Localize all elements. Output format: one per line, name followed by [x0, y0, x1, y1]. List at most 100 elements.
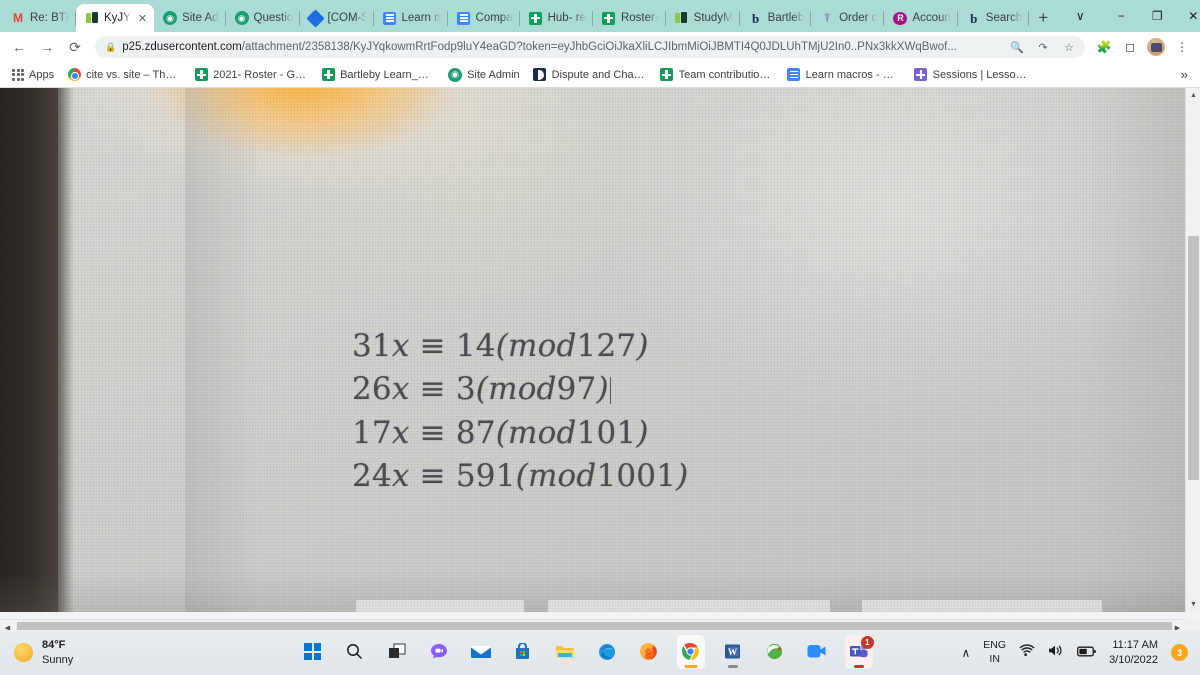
browser-tab-active[interactable]: KyJY ✕ — [76, 4, 155, 32]
reload-icon[interactable]: ⟳ — [62, 34, 88, 60]
browser-tab[interactable]: R Accoun — [884, 4, 958, 32]
language-indicator[interactable]: ENG IN — [983, 639, 1006, 665]
browser-tab[interactable]: ⍒ Order c — [811, 4, 885, 32]
bookmarks-overflow-icon[interactable]: » — [1175, 67, 1194, 82]
store-icon — [516, 643, 530, 659]
word-icon: W — [725, 644, 741, 659]
battery-icon[interactable] — [1077, 644, 1096, 662]
square-icon[interactable]: ◻ — [1118, 34, 1142, 60]
browser-tab[interactable]: ◉ Questio — [226, 4, 300, 32]
mail-button[interactable] — [467, 635, 495, 669]
taskbar-apps: W 1 — [299, 634, 874, 671]
close-icon[interactable]: ✕ — [138, 12, 147, 25]
browser-tab[interactable]: ◉ Site Ad — [154, 4, 226, 32]
taskbar-search-button[interactable] — [341, 635, 369, 669]
bookmark-label: 2021- Roster - Goo... — [213, 68, 309, 81]
bookmark-item[interactable]: cite vs. site – The C... — [61, 66, 187, 84]
chrome-icon — [682, 643, 700, 660]
tab-label: Order c — [839, 12, 878, 24]
bookmark-item[interactable]: Learn macros - Goo... — [781, 66, 907, 84]
vertical-scroll-thumb[interactable] — [1188, 236, 1199, 480]
system-tray: ∧ ENG IN 11:17 AM 3/10/2022 3 — [962, 638, 1200, 668]
share-icon[interactable]: ↷ — [1033, 37, 1053, 57]
paren-close: ) — [676, 458, 689, 495]
tab-label: Site Ad — [182, 12, 219, 24]
browser-tab[interactable]: b Bartleb — [740, 4, 812, 32]
page-viewport: 31x ≡ 14(mod127) 26x ≡ 3(mod97) 17x ≡ 87… — [0, 88, 1200, 634]
clock[interactable]: 11:17 AM 3/10/2022 — [1109, 638, 1158, 668]
microsoft-edge-button[interactable] — [593, 635, 621, 669]
browser-tab[interactable]: Hub- re — [520, 4, 593, 32]
browser-tab[interactable]: Compa — [448, 4, 520, 32]
tab-label: Hub- re — [547, 12, 586, 24]
bookmark-apps[interactable]: Apps — [6, 67, 60, 83]
sheets-icon — [194, 68, 208, 82]
browser-tab[interactable]: M Re: BTB — [2, 4, 76, 32]
order-icon: ⍒ — [823, 11, 831, 25]
bookmark-label: Dispute and Charge... — [551, 68, 647, 81]
volume-icon[interactable] — [1048, 644, 1064, 662]
equation-variable: x — [391, 414, 410, 451]
chat-button[interactable] — [425, 635, 453, 669]
vertical-scrollbar[interactable]: ▲ ▼ — [1185, 88, 1200, 612]
three-dot-menu-icon[interactable]: ⋮ — [1170, 34, 1194, 60]
forward-icon[interactable]: → — [34, 34, 60, 60]
bookmark-item[interactable]: ◉ Site Admin — [442, 66, 526, 84]
photo-bezel-shadow — [0, 88, 58, 612]
browser-tab[interactable]: StudyM — [666, 4, 740, 32]
bookmark-item[interactable]: Bartleby Learn_CS T... — [315, 66, 441, 84]
folder-icon — [555, 645, 574, 658]
close-button[interactable]: ✕ — [1175, 0, 1200, 32]
task-view-button[interactable] — [383, 635, 411, 669]
zoom-button[interactable] — [803, 635, 831, 669]
firefox-button[interactable] — [635, 635, 663, 669]
minimize-button[interactable]: − — [1103, 0, 1139, 32]
paren-open: ( — [475, 371, 489, 408]
equation-rhs: 591 — [455, 458, 516, 495]
notification-badge[interactable]: 3 — [1171, 644, 1188, 661]
browser-tab[interactable]: b Search — [958, 4, 1030, 32]
equation-modulus: 101 — [576, 414, 637, 451]
bookmark-item[interactable]: Team contribution -... — [654, 66, 780, 84]
address-bar[interactable]: 🔒 p25.zdusercontent.com/attachment/23581… — [95, 36, 1085, 58]
file-explorer-button[interactable] — [551, 635, 579, 669]
diamond-icon — [306, 8, 325, 28]
google-chrome-button[interactable] — [676, 634, 705, 669]
equation-variable: x — [391, 458, 410, 495]
paren-close: ) — [596, 371, 609, 408]
mail-icon — [470, 646, 491, 658]
scroll-down-icon[interactable]: ▼ — [1186, 597, 1200, 612]
gmail-icon: M — [13, 11, 23, 25]
maximize-button[interactable]: ❐ — [1139, 0, 1175, 32]
bookmark-item[interactable]: 2021- Roster - Goo... — [188, 66, 314, 84]
clock-date: 3/10/2022 — [1109, 653, 1158, 666]
microsoft-teams-button[interactable]: 1 — [844, 634, 874, 669]
star-icon[interactable]: ☆ — [1059, 37, 1079, 57]
attachment-photo: 31x ≡ 14(mod127) 26x ≡ 3(mod97) 17x ≡ 87… — [0, 88, 1185, 612]
equation-relation: ≡ — [419, 458, 446, 495]
browser-tab[interactable]: Learn m — [374, 4, 448, 32]
back-icon[interactable]: ← — [6, 34, 32, 60]
browser-tab[interactable]: [COM-S — [300, 4, 374, 32]
bookmark-item[interactable]: Sessions | Lessonsp... — [908, 66, 1034, 84]
equation-row: 26x ≡ 3(mod97) — [352, 368, 688, 411]
photo-bezel-fade — [58, 88, 74, 612]
photo-bottom-shading — [0, 572, 1185, 612]
bookmark-label: cite vs. site – The C... — [86, 68, 181, 81]
microsoft-word-button[interactable]: W — [719, 635, 747, 669]
bookmark-item[interactable]: Dispute and Charge... — [527, 66, 653, 84]
start-button[interactable] — [299, 635, 327, 669]
internet-download-manager-button[interactable] — [761, 635, 789, 669]
scroll-up-icon[interactable]: ▲ — [1186, 88, 1200, 103]
weather-widget[interactable]: 84°F Sunny — [0, 638, 210, 668]
equation-modulus: 1001 — [596, 458, 677, 495]
microsoft-store-button[interactable] — [509, 635, 537, 669]
zoom-icon[interactable]: 🔍 — [1007, 37, 1027, 57]
tab-search-icon[interactable]: ∨ — [1057, 0, 1103, 32]
avatar-icon[interactable] — [1144, 34, 1168, 60]
browser-tab[interactable]: Roster- — [593, 4, 666, 32]
wifi-icon[interactable] — [1019, 643, 1035, 662]
puzzle-icon[interactable]: 🧩 — [1092, 34, 1116, 60]
new-tab-button[interactable]: + — [1029, 4, 1057, 32]
tray-overflow-icon[interactable]: ∧ — [962, 646, 971, 660]
